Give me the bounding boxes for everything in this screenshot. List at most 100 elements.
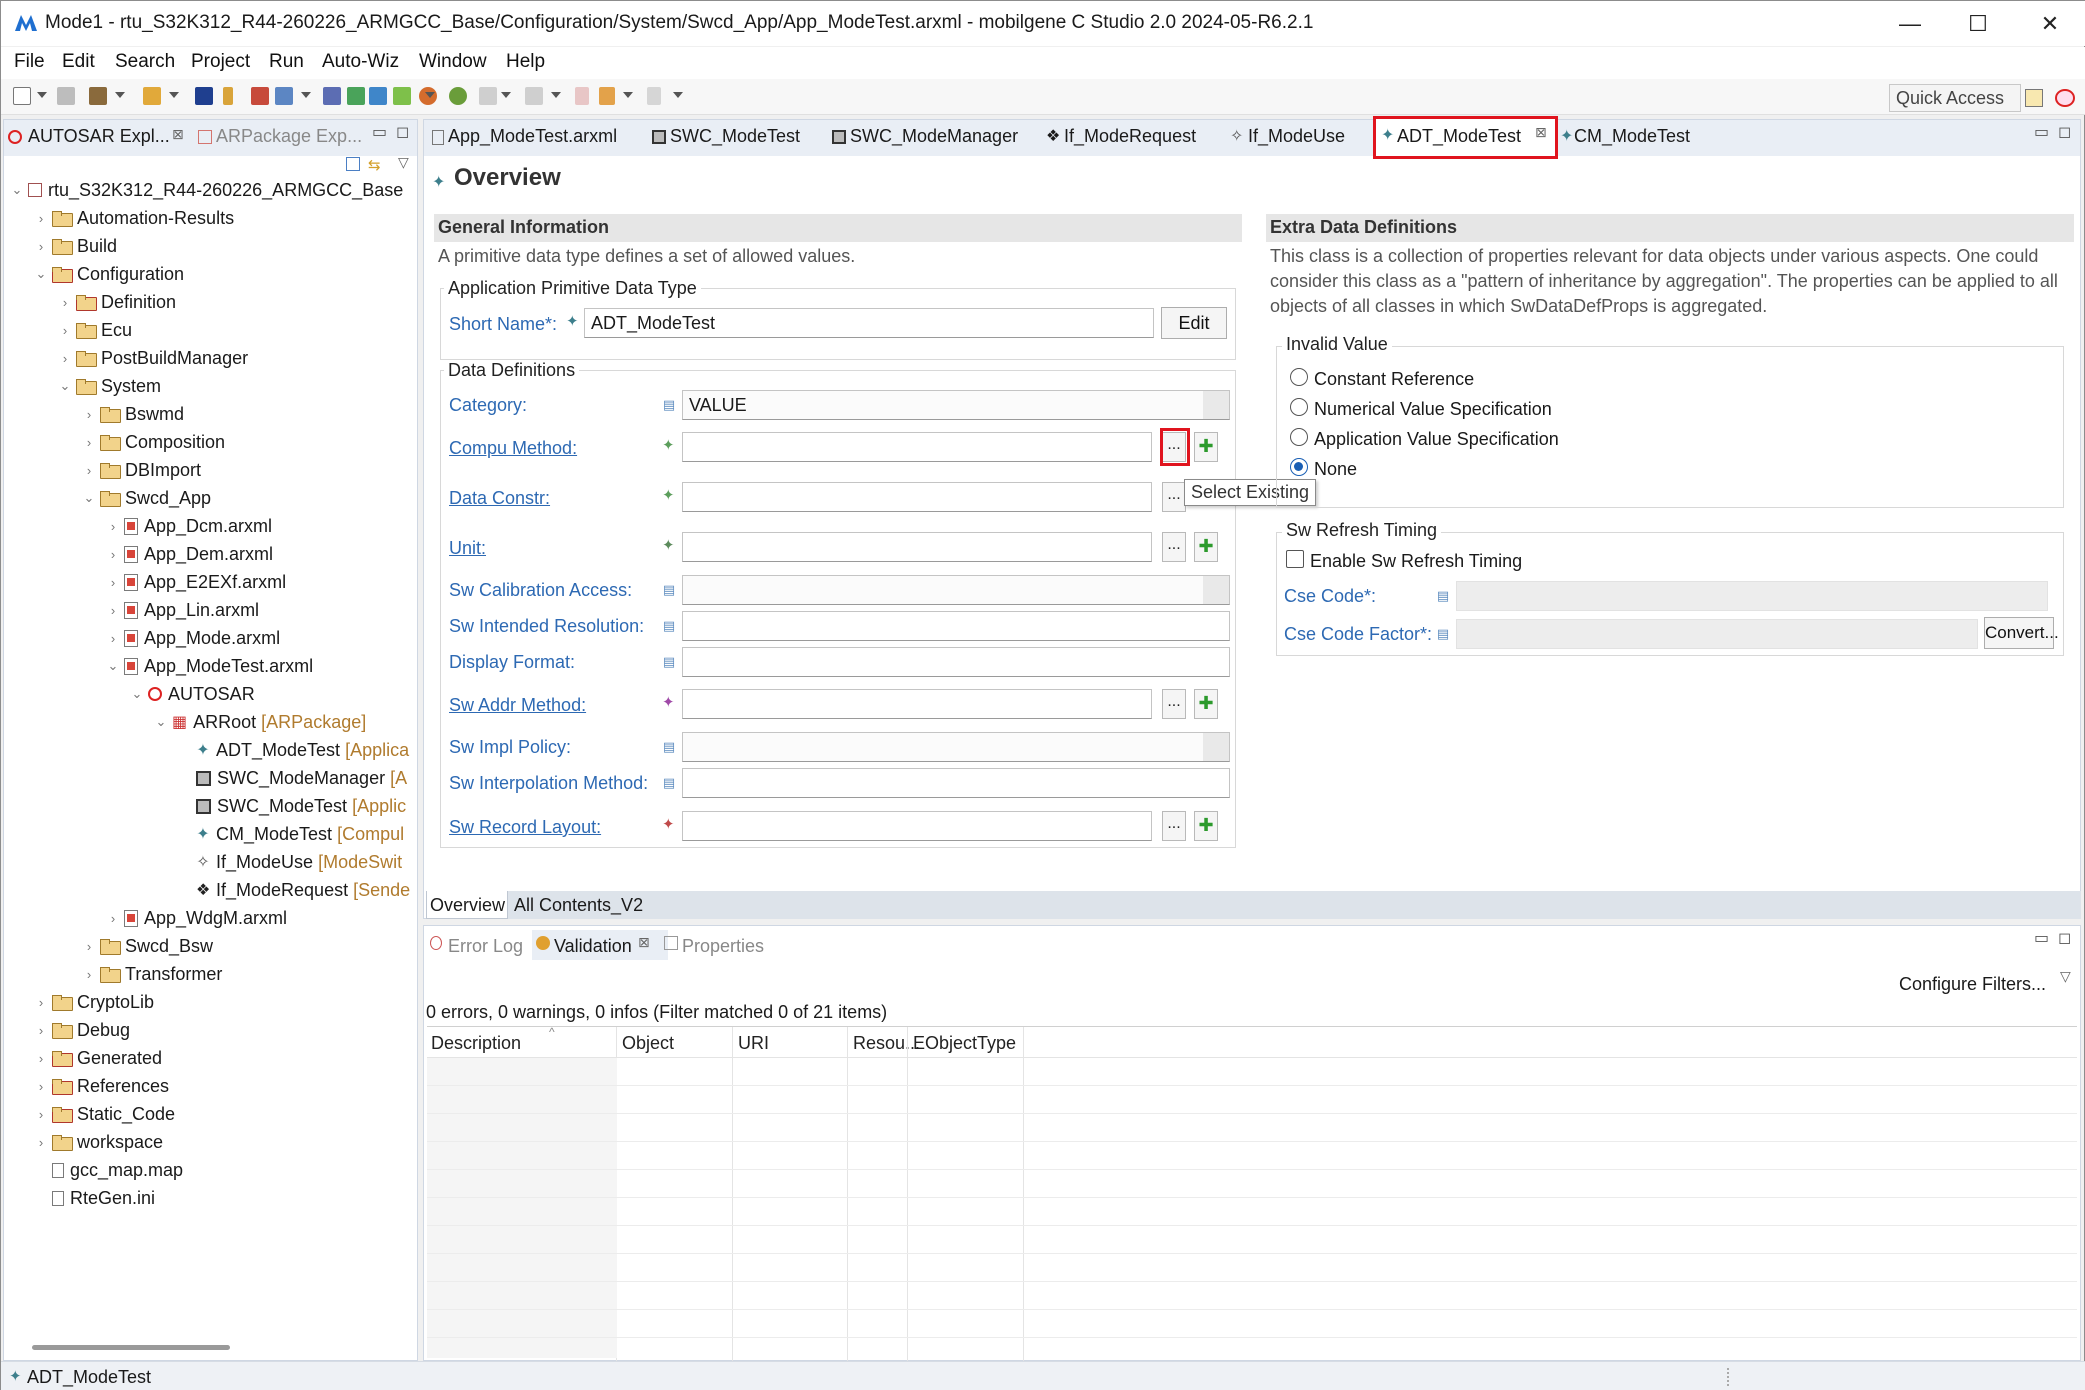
chevron-right-icon[interactable]: › bbox=[82, 435, 96, 450]
back-dropdown-icon[interactable] bbox=[623, 92, 633, 98]
chevron-right-icon[interactable]: › bbox=[82, 967, 96, 982]
chevron-down-icon[interactable]: ⌄ bbox=[58, 378, 72, 393]
menu-help[interactable]: Help bbox=[506, 51, 545, 73]
tree-item-system[interactable]: ⌄ System bbox=[4, 372, 417, 400]
none-radio[interactable] bbox=[1290, 458, 1308, 476]
tree-item-composition[interactable]: › Composition bbox=[4, 428, 417, 456]
chevron-right-icon[interactable]: › bbox=[58, 295, 72, 310]
menu-file[interactable]: File bbox=[14, 51, 45, 73]
chevron-right-icon[interactable]: › bbox=[34, 995, 48, 1010]
tree-item-if-modeuse[interactable]: ✧ If_ModeUse [ModeSwit bbox=[4, 848, 417, 876]
record-layout-add-button[interactable]: ✚ bbox=[1194, 811, 1218, 841]
chevron-right-icon[interactable]: › bbox=[34, 1079, 48, 1094]
close-tab-icon[interactable]: ⊠ bbox=[172, 126, 184, 143]
chevron-right-icon[interactable]: › bbox=[34, 1051, 48, 1066]
calibration-access-select[interactable] bbox=[682, 575, 1230, 605]
chevron-right-icon[interactable]: › bbox=[34, 1107, 48, 1122]
menu-run[interactable]: Run bbox=[269, 51, 304, 73]
chevron-down-icon[interactable]: ⌄ bbox=[130, 686, 144, 701]
doc-icon[interactable] bbox=[323, 87, 341, 105]
col-eobjecttype[interactable]: EObjectType bbox=[913, 1033, 1016, 1054]
link-editor-icon[interactable]: ⇆ bbox=[368, 156, 381, 174]
convert-button[interactable]: Convert... bbox=[1984, 617, 2059, 649]
chevron-right-icon[interactable]: › bbox=[34, 1135, 48, 1150]
addr-method-input[interactable] bbox=[682, 689, 1152, 719]
short-name-input[interactable]: ADT_ModeTest bbox=[584, 308, 1154, 338]
tree-item-build[interactable]: › Build bbox=[4, 232, 417, 260]
chevron-right-icon[interactable]: › bbox=[106, 575, 120, 590]
maximize-view-icon[interactable]: ◻ bbox=[2058, 122, 2071, 142]
chevron-right-icon[interactable]: › bbox=[58, 323, 72, 338]
generate-dropdown-icon[interactable] bbox=[169, 92, 179, 98]
forward-icon[interactable] bbox=[647, 87, 661, 105]
new-icon[interactable] bbox=[13, 87, 31, 105]
generate-icon[interactable] bbox=[143, 87, 161, 105]
tab-if-moderequest[interactable]: If_ModeRequest bbox=[1064, 126, 1196, 147]
tab-error-log[interactable]: Error Log bbox=[448, 936, 523, 957]
tab-autosar-explorer[interactable]: AUTOSAR Expl... bbox=[28, 126, 170, 147]
tree-item-project[interactable]: ⌄ rtu_S32K312_R44-260226_ARMGCC_Base bbox=[4, 176, 417, 204]
col-description[interactable]: Description bbox=[431, 1033, 521, 1054]
chart-icon[interactable] bbox=[251, 87, 269, 105]
tree-item-rtegen-ini[interactable]: RteGen.ini bbox=[4, 1184, 417, 1212]
tree-item-dbimport[interactable]: › DBImport bbox=[4, 456, 417, 484]
chevron-right-icon[interactable]: › bbox=[34, 239, 48, 254]
tab-app-modetest[interactable]: App_ModeTest.arxml bbox=[448, 126, 617, 147]
tree-item-ecu[interactable]: › Ecu bbox=[4, 316, 417, 344]
back-icon[interactable] bbox=[575, 87, 589, 105]
impl-policy-select[interactable] bbox=[682, 732, 1230, 762]
tab-if-modeuse[interactable]: If_ModeUse bbox=[1248, 126, 1345, 147]
menu-window[interactable]: Window bbox=[419, 51, 487, 73]
tree-item-bswmd[interactable]: › Bswmd bbox=[4, 400, 417, 428]
tree-item-workspace[interactable]: › workspace bbox=[4, 1128, 417, 1156]
annotation-dropdown-icon[interactable] bbox=[551, 92, 561, 98]
chevron-right-icon[interactable]: › bbox=[82, 463, 96, 478]
tree-item-app-e2exf[interactable]: › App_E2EXf.arxml bbox=[4, 568, 417, 596]
chevron-right-icon[interactable]: › bbox=[34, 211, 48, 226]
build-icon[interactable] bbox=[89, 87, 107, 105]
data-constr-link[interactable]: Data Constr: bbox=[449, 488, 550, 509]
tree-item-static-code[interactable]: › Static_Code bbox=[4, 1100, 417, 1128]
next-annotation-icon[interactable] bbox=[525, 87, 543, 105]
interpolation-method-input[interactable] bbox=[682, 768, 1230, 798]
compu-method-link[interactable]: Compu Method: bbox=[449, 438, 577, 459]
chevron-down-icon[interactable]: ⌄ bbox=[106, 658, 120, 673]
chevron-right-icon[interactable]: › bbox=[82, 407, 96, 422]
tree-item-app-dem[interactable]: › App_Dem.arxml bbox=[4, 540, 417, 568]
minimize-view-icon[interactable]: ▭ bbox=[2034, 928, 2049, 948]
tree-item-swcd-bsw[interactable]: › Swcd_Bsw bbox=[4, 932, 417, 960]
category-select[interactable]: VALUE bbox=[682, 390, 1230, 420]
terminal-icon[interactable] bbox=[195, 87, 213, 105]
tree-item-cm-modetest[interactable]: ✦ CM_ModeTest [Compul bbox=[4, 820, 417, 848]
edit-button[interactable]: Edit bbox=[1161, 307, 1227, 339]
application-value-radio[interactable] bbox=[1290, 428, 1308, 446]
chevron-right-icon[interactable]: › bbox=[106, 547, 120, 562]
build-dropdown-icon[interactable] bbox=[115, 92, 125, 98]
unit-add-button[interactable]: ✚ bbox=[1194, 532, 1218, 562]
chevron-right-icon[interactable]: › bbox=[34, 1023, 48, 1038]
minimize-button[interactable]: — bbox=[1877, 1, 1943, 46]
save-icon[interactable] bbox=[57, 87, 75, 105]
maximize-view-icon[interactable]: ◻ bbox=[2058, 928, 2071, 948]
open-perspective-icon[interactable] bbox=[2025, 89, 2043, 107]
col-uri[interactable]: URI bbox=[738, 1033, 769, 1054]
tree-item-app-mode[interactable]: › App_Mode.arxml bbox=[4, 624, 417, 652]
tree-item-swcd-app[interactable]: ⌄ Swcd_App bbox=[4, 484, 417, 512]
new-dropdown-icon[interactable] bbox=[37, 92, 47, 98]
compu-method-add-button[interactable]: ✚ bbox=[1194, 432, 1218, 462]
unit-input[interactable] bbox=[682, 532, 1152, 562]
tab-swc-modetest[interactable]: SWC_ModeTest bbox=[670, 126, 800, 147]
edit-dropdown-icon[interactable] bbox=[501, 92, 511, 98]
tree-item-generated[interactable]: › Generated bbox=[4, 1044, 417, 1072]
tree-item-transformer[interactable]: › Transformer bbox=[4, 960, 417, 988]
tree-item-cryptolib[interactable]: › CryptoLib bbox=[4, 988, 417, 1016]
collapse-all-icon[interactable] bbox=[346, 157, 360, 171]
tab-cm-modetest[interactable]: CM_ModeTest bbox=[1574, 126, 1690, 147]
addr-method-browse-button[interactable]: ... bbox=[1162, 689, 1186, 719]
data-constr-input[interactable] bbox=[682, 482, 1152, 512]
page-tab-all-contents[interactable]: All Contents_V2 bbox=[514, 895, 643, 916]
tree-item-autosar[interactable]: ⌄ AUTOSAR bbox=[4, 680, 417, 708]
tree-item-automation-results[interactable]: › Automation-Results bbox=[4, 204, 417, 232]
record-layout-link[interactable]: Sw Record Layout: bbox=[449, 817, 601, 838]
configure-filters-link[interactable]: Configure Filters... bbox=[1899, 974, 2046, 995]
